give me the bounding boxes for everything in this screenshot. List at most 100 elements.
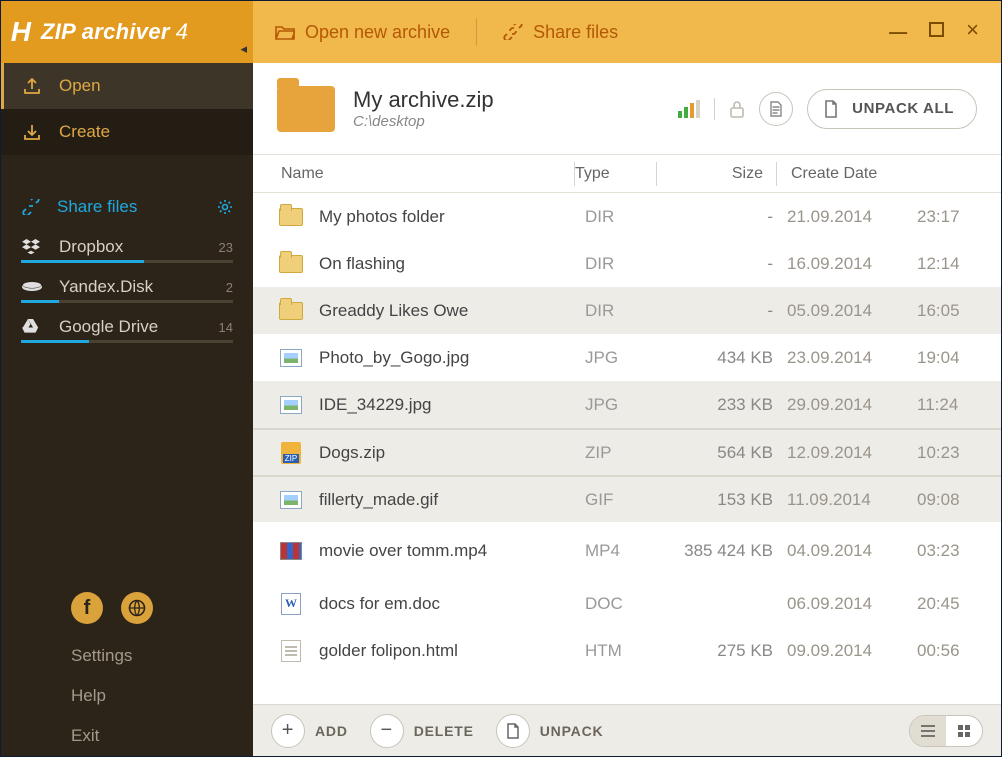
file-type: ZIP (585, 443, 667, 463)
file-size: 275 KB (667, 641, 787, 661)
link-icon (21, 199, 41, 215)
top-bar: H ZIP archiver 4 Open new archive Share … (1, 1, 1001, 63)
table-row[interactable]: Greaddy Likes OweDIR-05.09.201416:05 (253, 287, 1001, 334)
table-row[interactable]: My photos folderDIR-21.09.201423:17 (253, 193, 1001, 240)
file-type: HTM (585, 641, 667, 661)
file-time: 00:56 (917, 641, 977, 661)
table-row[interactable]: golder folipon.htmlHTM275 KB09.09.201400… (253, 627, 1001, 674)
file-name: Photo_by_Gogo.jpg (319, 348, 585, 368)
table-row[interactable]: fillerty_made.gifGIF153 KB11.09.201409:0… (253, 475, 1001, 522)
cloud-yandexdisk[interactable]: Yandex.Disk2 (1, 267, 253, 307)
file-size: 564 KB (667, 443, 787, 463)
cloud-name: Dropbox (59, 237, 123, 257)
table-row[interactable]: IDE_34229.jpgJPG233 KB29.09.201411:24 (253, 381, 1001, 428)
sidebar-help[interactable]: Help (1, 676, 253, 716)
file-date: 09.09.2014 (787, 641, 917, 661)
file-name: golder folipon.html (319, 641, 585, 661)
col-name[interactable]: Name (277, 165, 575, 183)
file-name: My photos folder (319, 207, 585, 227)
sidebar-settings[interactable]: Settings (1, 636, 253, 676)
file-date: 05.09.2014 (787, 301, 917, 321)
file-date: 12.09.2014 (787, 443, 917, 463)
share-files-button[interactable]: Share files (481, 13, 640, 51)
view-grid-button[interactable] (946, 716, 982, 746)
gear-icon[interactable] (217, 199, 233, 215)
delete-button[interactable]: − (370, 714, 404, 748)
unpack-label[interactable]: UNPACK (540, 723, 604, 739)
unpack-button[interactable] (496, 714, 530, 748)
archive-title: My archive.zip (353, 87, 494, 113)
file-size: - (667, 254, 787, 274)
file-type-icon (277, 346, 305, 370)
file-size: 233 KB (667, 395, 787, 415)
view-list-button[interactable] (910, 716, 946, 746)
table-header: Name Type Size Create Date (253, 155, 1001, 193)
table-row[interactable]: docs for em.docDOC06.09.201420:45 (253, 580, 1001, 627)
cloud-googledrive[interactable]: Google Drive 14 (1, 307, 253, 347)
link-icon (503, 24, 523, 40)
table-row[interactable]: Photo_by_Gogo.jpgJPG434 KB23.09.201419:0… (253, 334, 1001, 381)
col-date[interactable]: Create Date (777, 165, 977, 183)
file-name: fillerty_made.gif (319, 490, 585, 510)
file-size: - (667, 207, 787, 227)
sidebar-spacer (1, 347, 253, 574)
table-row[interactable]: ZIPDogs.zipZIP564 KB12.09.201410:23 (253, 428, 1001, 475)
cloud-icon (21, 239, 43, 255)
add-button[interactable]: + (271, 714, 305, 748)
file-type-icon (277, 592, 305, 616)
table-row[interactable]: movie over tomm.mp4MP4385 424 KB04.09.20… (253, 522, 1001, 580)
file-type: DIR (585, 254, 667, 274)
maximize-button[interactable] (929, 22, 944, 43)
lock-icon[interactable] (729, 100, 745, 118)
facebook-icon[interactable]: f (71, 592, 103, 624)
col-size[interactable]: Size (657, 165, 777, 183)
file-type: DIR (585, 301, 667, 321)
col-type[interactable]: Type (575, 165, 657, 183)
delete-label[interactable]: DELETE (414, 723, 474, 739)
unpack-all-label: UNPACK ALL (852, 100, 954, 117)
file-list[interactable]: My photos folderDIR-21.09.201423:17On fl… (253, 193, 1001, 704)
document-icon-button[interactable] (759, 92, 793, 126)
sidebar-exit[interactable]: Exit (1, 716, 253, 756)
sidebar-item-create[interactable]: Create (1, 109, 253, 155)
file-type-icon: ZIP (277, 441, 305, 465)
open-new-archive-button[interactable]: Open new archive (253, 13, 472, 51)
file-name: Greaddy Likes Owe (319, 301, 585, 321)
file-type-icon (277, 488, 305, 512)
website-icon[interactable] (121, 592, 153, 624)
file-time: 20:45 (917, 594, 977, 614)
file-type: MP4 (585, 541, 667, 561)
open-new-archive-label: Open new archive (305, 22, 450, 43)
file-time: 19:04 (917, 348, 977, 368)
file-name: IDE_34229.jpg (319, 395, 585, 415)
folder-open-icon (275, 24, 295, 40)
sidebar-item-open[interactable]: Open (1, 63, 253, 109)
file-type-icon (277, 252, 305, 276)
file-type: DOC (585, 594, 667, 614)
cloud-count: 14 (219, 320, 233, 335)
close-button[interactable]: × (966, 22, 979, 43)
file-date: 29.09.2014 (787, 395, 917, 415)
file-time: 03:23 (917, 541, 977, 561)
body: ◂ Open Create Share files (1, 63, 1001, 756)
sidebar-share-files[interactable]: Share files (1, 187, 253, 227)
file-time: 09:08 (917, 490, 977, 510)
add-label[interactable]: ADD (315, 723, 348, 739)
cloud-list: Dropbox23Yandex.Disk2 Google Drive 14 (1, 227, 253, 347)
cloud-name: Google Drive (59, 317, 158, 337)
share-files-label: Share files (533, 22, 618, 43)
file-size: 385 424 KB (667, 541, 787, 561)
file-name: docs for em.doc (319, 594, 585, 614)
cloud-dropbox[interactable]: Dropbox23 (1, 227, 253, 267)
table-row[interactable]: On flashingDIR-16.09.201412:14 (253, 240, 1001, 287)
file-date: 04.09.2014 (787, 541, 917, 561)
footer-toolbar: + ADD − DELETE UNPACK (253, 704, 1001, 756)
sidebar-collapse-button[interactable]: ◂ (240, 41, 247, 57)
brand-version: 4 (176, 19, 189, 45)
signal-icon[interactable] (678, 100, 700, 118)
sidebar-primary: Open Create (1, 63, 253, 155)
file-date: 16.09.2014 (787, 254, 917, 274)
minimize-button[interactable]: — (889, 22, 907, 43)
file-time: 23:17 (917, 207, 977, 227)
unpack-all-button[interactable]: UNPACK ALL (807, 89, 977, 129)
